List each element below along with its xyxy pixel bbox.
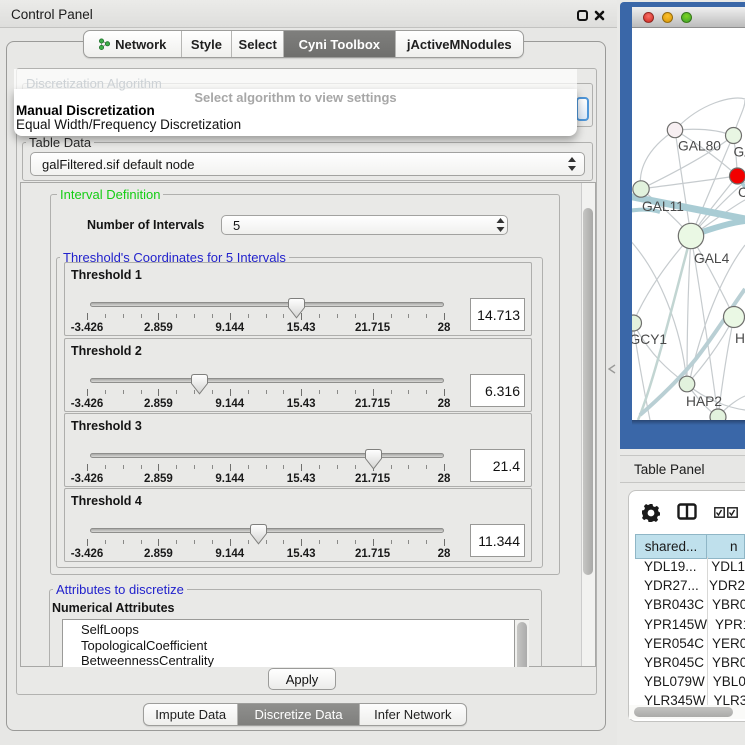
svg-text:GAL11: GAL11: [642, 199, 684, 214]
svg-text:GAL4: GAL4: [694, 251, 730, 266]
svg-text:GAL80: GAL80: [678, 139, 721, 154]
svg-text:C: C: [738, 185, 745, 200]
svg-text:H: H: [735, 331, 745, 346]
svg-text:GCY1: GCY1: [632, 332, 667, 347]
svg-text:GA: GA: [734, 145, 745, 160]
svg-text:HAP2: HAP2: [686, 394, 722, 409]
